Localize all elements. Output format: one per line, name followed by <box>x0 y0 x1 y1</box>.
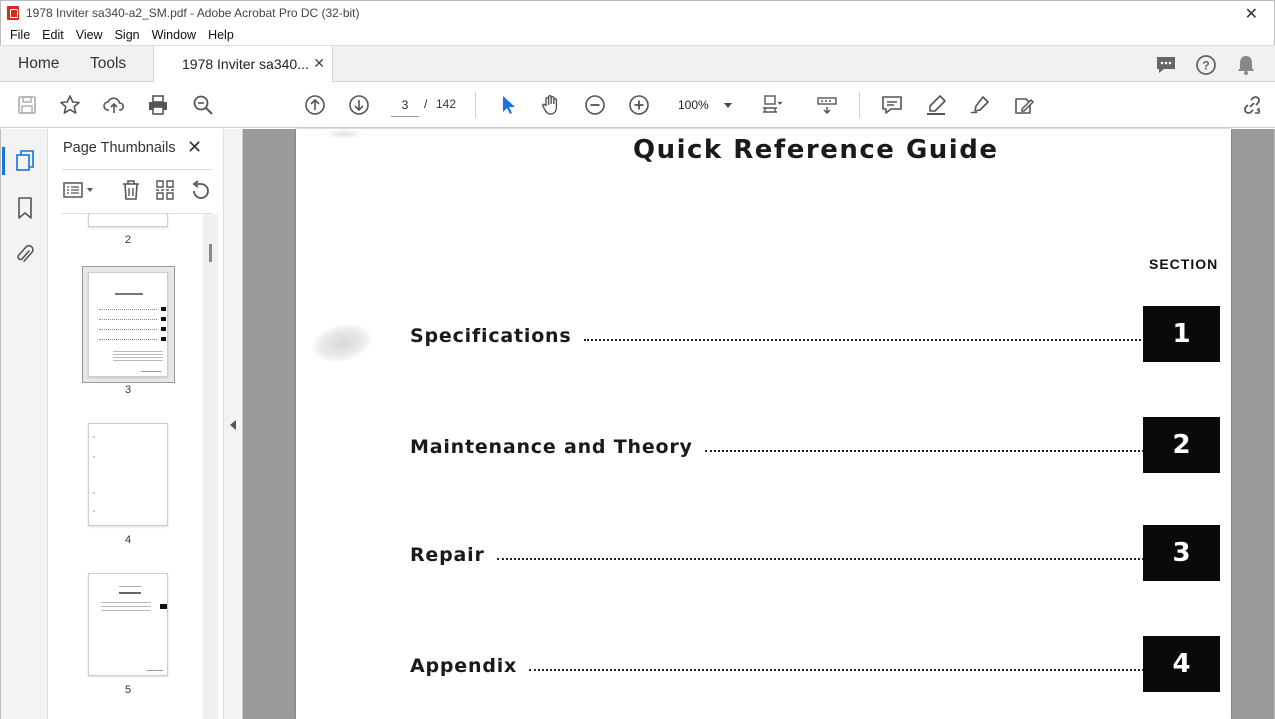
search-zoom-icon[interactable] <box>191 93 215 117</box>
thumbnail-tools <box>62 179 212 205</box>
tab-document-label: 1978 Inviter sa340... <box>182 56 309 72</box>
print-icon[interactable] <box>146 93 170 117</box>
rotate-undo-icon[interactable] <box>189 179 211 201</box>
window-titlebar: 1978 Inviter sa340-a2_SM.pdf - Adobe Acr… <box>0 0 1275 25</box>
bookmarks-icon[interactable] <box>13 196 37 220</box>
tab-tools[interactable]: Tools <box>90 55 126 73</box>
attachments-paperclip-icon[interactable] <box>13 243 37 267</box>
leader-dots <box>496 558 1184 560</box>
tab-document[interactable]: 1978 Inviter sa340... ✕ <box>153 46 333 83</box>
toc-entry: Specifications <box>410 316 1190 356</box>
page-separator: / <box>424 97 428 111</box>
navigation-rail <box>0 129 48 719</box>
document-view[interactable]: Quick Reference Guide SECTION Specificat… <box>243 129 1275 719</box>
zoom-out-icon[interactable] <box>583 93 607 117</box>
menu-edit[interactable]: Edit <box>42 28 64 42</box>
divider <box>62 169 212 170</box>
delete-trash-icon[interactable] <box>120 179 142 201</box>
acrobat-app-icon <box>7 6 19 20</box>
previous-page-icon[interactable] <box>303 93 327 117</box>
add-comment-icon[interactable] <box>880 93 904 117</box>
thumbnail-page-5[interactable] <box>88 573 168 676</box>
svg-text:?: ? <box>1202 59 1209 73</box>
leader-dots <box>583 339 1184 341</box>
leader-dots <box>529 669 1184 671</box>
thumbnail-page-4[interactable] <box>88 423 168 526</box>
main-toolbar: 3 / 142 100% <box>0 82 1275 128</box>
total-pages: 142 <box>436 97 457 111</box>
draw-freeform-icon[interactable] <box>968 93 992 117</box>
zoom-in-icon[interactable] <box>627 93 651 117</box>
section-column-header: SECTION <box>1149 256 1219 272</box>
thumbnail-page-2[interactable] <box>88 214 168 227</box>
tabs-row: Home Tools 1978 Inviter sa340... ✕ ? <box>0 45 1275 83</box>
tab-close-icon[interactable]: ✕ <box>313 55 325 72</box>
page-thumbnails-panel: Page Thumbnails ✕ 2 3 4 5 <box>48 129 224 719</box>
thumbnail-page-3[interactable] <box>88 272 168 377</box>
menu-file[interactable]: File <box>10 28 30 42</box>
select-cursor-icon[interactable] <box>496 93 520 117</box>
scan-smudge <box>308 319 376 367</box>
save-icon[interactable] <box>15 93 39 117</box>
thumbnail-options-icon[interactable] <box>62 179 96 201</box>
next-page-icon[interactable] <box>347 93 371 117</box>
help-icon[interactable]: ? <box>1195 54 1217 76</box>
menu-sign[interactable]: Sign <box>115 28 140 42</box>
scan-smudge <box>324 129 364 139</box>
page-number-input[interactable]: 3 <box>391 93 419 117</box>
toc-entry-name: Maintenance and Theory <box>410 436 693 458</box>
thumbnail-label: 3 <box>124 384 132 396</box>
toc-entry: Appendix <box>410 646 1190 686</box>
bookmark-star-icon[interactable] <box>58 93 82 117</box>
upload-cloud-icon[interactable] <box>102 93 126 117</box>
comment-bubble-icon[interactable] <box>1155 54 1177 76</box>
leader-dots <box>704 450 1184 452</box>
menu-help[interactable]: Help <box>208 28 234 42</box>
zoom-level-value: 100% <box>678 98 709 112</box>
section-number-box: 1 <box>1143 306 1220 362</box>
thumbnail-label: 5 <box>124 684 132 696</box>
menu-window[interactable]: Window <box>152 28 196 42</box>
toc-entry: Maintenance and Theory <box>410 427 1190 467</box>
toolbar-divider <box>859 92 860 118</box>
toc-entry-name: Specifications <box>410 325 572 347</box>
scrollbar-thumb[interactable] <box>209 244 212 262</box>
menu-bar: File Edit View Sign Window Help <box>0 25 1275 45</box>
panel-close-icon[interactable]: ✕ <box>187 137 202 158</box>
hand-tool-icon[interactable] <box>539 93 563 117</box>
section-number-box: 3 <box>1143 525 1220 581</box>
section-number-box: 4 <box>1143 636 1220 692</box>
window-title: 1978 Inviter sa340-a2_SM.pdf - Adobe Acr… <box>26 6 360 20</box>
pdf-page: Quick Reference Guide SECTION Specificat… <box>296 129 1231 719</box>
highlight-pen-icon[interactable] <box>924 93 948 117</box>
toc-entry: Repair <box>410 535 1190 575</box>
toc-entry-name: Appendix <box>410 655 518 677</box>
chevron-left-icon <box>230 420 236 430</box>
menu-view[interactable]: View <box>76 28 103 42</box>
section-number-box: 2 <box>1143 417 1220 473</box>
scrolling-mode-icon[interactable] <box>815 93 839 117</box>
toolbar-divider <box>475 92 476 118</box>
page-thumbnails-icon[interactable] <box>13 149 37 173</box>
page-fit-icon[interactable] <box>760 93 784 117</box>
fill-sign-icon[interactable] <box>1012 93 1036 117</box>
zoom-level-select[interactable]: 100% <box>672 94 736 116</box>
extract-pages-icon[interactable] <box>154 179 176 201</box>
chevron-down-icon <box>724 103 732 108</box>
thumbnail-label: 4 <box>124 534 132 546</box>
panel-collapse-handle[interactable] <box>224 129 243 719</box>
thumbnail-label: 2 <box>124 234 132 246</box>
panel-title: Page Thumbnails <box>63 140 176 156</box>
share-link-icon[interactable] <box>1240 93 1264 117</box>
window-close-button[interactable]: ✕ <box>1245 4 1258 24</box>
active-indicator <box>2 147 5 175</box>
document-heading: Quick Reference Guide <box>633 135 999 165</box>
tab-home[interactable]: Home <box>18 55 59 73</box>
notifications-bell-icon[interactable] <box>1235 54 1257 76</box>
toc-entry-name: Repair <box>410 544 485 566</box>
thumbnail-scrollbar[interactable] <box>203 214 218 719</box>
